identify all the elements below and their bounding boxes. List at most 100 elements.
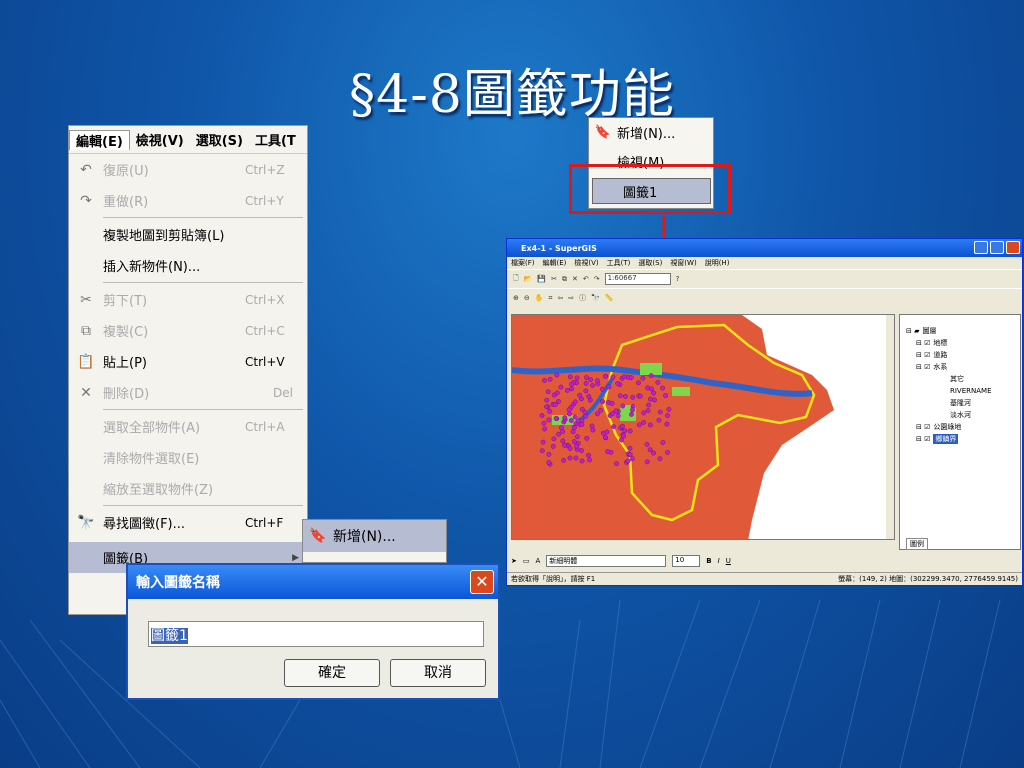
map-canvas xyxy=(512,315,895,540)
menu-separator xyxy=(103,409,303,410)
landmark-point xyxy=(561,457,566,463)
landmark-point xyxy=(619,437,624,443)
menu-item-cut[interactable]: ✂ 剪下(T) Ctrl+X xyxy=(69,284,307,315)
landmark-point xyxy=(595,411,600,417)
open-icon[interactable]: 📂 xyxy=(524,275,533,283)
zoom-in-icon[interactable]: ⊕ xyxy=(513,294,519,302)
gis-menu-window[interactable]: 視窗(W) xyxy=(670,258,696,268)
pan-icon[interactable]: ✋ xyxy=(535,294,544,302)
scale-input[interactable]: 1:60667 xyxy=(604,273,671,285)
maximize-icon[interactable] xyxy=(990,241,1004,254)
landmark-point xyxy=(627,428,633,434)
gis-toolbar-map: ⊕ ⊖ ✋ ⌗ ⇦ ⇨ ⓘ 🔭 📏 xyxy=(507,288,1022,307)
scrollbar[interactable] xyxy=(886,315,895,540)
cut-icon[interactable]: ✂ xyxy=(551,275,557,283)
landmark-point xyxy=(547,408,553,414)
bookmark-submenu: 🔖 新增(N)... xyxy=(302,519,447,563)
forward-icon[interactable]: ⇨ xyxy=(568,294,574,302)
italic-icon[interactable]: I xyxy=(718,557,720,565)
underline-icon[interactable]: U xyxy=(726,557,731,565)
undo-icon[interactable]: ↶ xyxy=(583,275,589,283)
popup-new[interactable]: 🔖 新增(N)... xyxy=(589,118,713,147)
legend-layer-town[interactable]: ⊟ ☑ 鄉鎮界 xyxy=(906,433,1020,445)
close-icon[interactable]: ✕ xyxy=(470,570,494,594)
menu-item-copy-map[interactable]: 複製地圖到剪貼簿(L) xyxy=(69,219,307,250)
gis-toolbar-standard: 🗋 📂 💾 ✂ ⧉ ✕ ↶ ↷ 1:60667? xyxy=(507,269,1022,288)
gis-menu-view[interactable]: 檢視(V) xyxy=(574,258,598,268)
map-view[interactable] xyxy=(511,314,895,540)
menu-item-insert-object[interactable]: 插入新物件(N)... xyxy=(69,250,307,281)
font-size-select[interactable]: 10 xyxy=(672,555,701,567)
rectangle-icon[interactable]: ▭ xyxy=(523,557,530,565)
landmark-point xyxy=(610,411,616,417)
ok-button[interactable]: 確定 xyxy=(284,659,380,687)
text-icon[interactable]: A xyxy=(536,557,541,565)
legend-layer-park[interactable]: ⊟ ☑ 公園綠地 xyxy=(906,421,1020,433)
gis-menu-help[interactable]: 說明(H) xyxy=(705,258,730,268)
landmark-point xyxy=(623,394,628,399)
pointer-icon[interactable]: ➤ xyxy=(511,557,517,565)
gis-menu-edit[interactable]: 編輯(E) xyxy=(543,258,567,268)
menu-separator xyxy=(103,505,303,506)
landmark-point xyxy=(646,402,652,408)
gis-menu-file[interactable]: 檔案(F) xyxy=(511,258,535,268)
gis-menu-select[interactable]: 選取(S) xyxy=(638,258,662,268)
edit-menu: 編輯(E) 檢視(V) 選取(S) 工具(T ↶ 復原(U) Ctrl+Z ↷ 重做(… xyxy=(68,125,308,615)
close-icon[interactable] xyxy=(1006,241,1020,254)
landmark-point xyxy=(573,455,579,461)
landmark-point xyxy=(572,414,578,420)
landmark-point xyxy=(573,399,578,405)
bold-icon[interactable]: B xyxy=(706,557,711,565)
menu-edit[interactable]: 編輯(E) xyxy=(69,129,130,150)
minimize-icon[interactable] xyxy=(974,241,988,254)
cancel-button[interactable]: 取消 xyxy=(390,659,486,687)
legend-layer-water[interactable]: ⊟ ☑ 水系 xyxy=(906,361,1020,373)
landmark-point xyxy=(600,399,606,405)
menu-item-zoom-selected[interactable]: 縮放至選取物件(Z) xyxy=(69,473,307,504)
submenu-new[interactable]: 🔖 新增(N)... xyxy=(303,520,446,552)
landmark-point xyxy=(651,450,656,456)
legend-root[interactable]: ⊟ ▰ 圖層 xyxy=(906,325,1020,337)
font-name-select[interactable]: 新細明體 xyxy=(546,555,667,567)
full-extent-icon[interactable]: ⌗ xyxy=(548,294,552,303)
legend-layer-road[interactable]: ⊟ ☑ 道路 xyxy=(906,349,1020,361)
identify-icon[interactable]: ⓘ xyxy=(579,293,586,303)
landmark-point xyxy=(625,458,631,464)
zoom-out-icon[interactable]: ⊖ xyxy=(524,294,530,302)
menu-item-redo[interactable]: ↷ 重做(R) Ctrl+Y xyxy=(69,185,307,216)
copy-icon[interactable]: ⧉ xyxy=(562,275,567,284)
measure-icon[interactable]: 📏 xyxy=(605,294,614,302)
new-file-icon[interactable]: 🗋 xyxy=(513,274,519,285)
menu-item-find-feature[interactable]: 🔭 尋找圖徵(F)... Ctrl+F xyxy=(69,507,307,538)
menu-select[interactable]: 選取(S) xyxy=(190,130,249,149)
landmark-point xyxy=(554,390,560,396)
paste-icon: 📋 xyxy=(77,353,95,370)
menu-item-copy[interactable]: ⧉ 複製(C) Ctrl+C xyxy=(69,315,307,346)
menu-item-paste[interactable]: 📋 貼上(P) Ctrl+V xyxy=(69,346,307,377)
menu-item-clear-selection[interactable]: 清除物件選取(E) xyxy=(69,442,307,473)
save-icon[interactable]: 💾 xyxy=(537,275,546,283)
submenu-arrow-icon: ▶ xyxy=(292,552,299,563)
legend-tab[interactable]: 圖例 xyxy=(906,538,928,550)
menu-view[interactable]: 檢視(V) xyxy=(130,130,190,149)
find-feature-icon[interactable]: 🔭 xyxy=(591,294,600,302)
delete-icon[interactable]: ✕ xyxy=(572,275,578,283)
dialog-titlebar: 輸入圖籤名稱 ✕ xyxy=(128,565,498,599)
gis-menu-tools[interactable]: 工具(T) xyxy=(607,258,631,268)
back-icon[interactable]: ⇦ xyxy=(557,294,563,302)
menu-item-undo[interactable]: ↶ 復原(U) Ctrl+Z xyxy=(69,154,307,185)
bookmark-name-input[interactable]: 圖籤1 xyxy=(148,621,484,647)
landmark-point xyxy=(571,439,577,445)
redo-icon[interactable]: ↷ xyxy=(594,275,600,283)
legend-layer-landmark[interactable]: ⊟ ☑ 地標 xyxy=(906,337,1020,349)
landmark-point xyxy=(630,394,636,400)
landmark-point xyxy=(657,409,663,415)
landmark-point xyxy=(590,427,596,433)
menu-item-delete[interactable]: ✕ 刪除(D) Del xyxy=(69,377,307,408)
landmark-point xyxy=(584,375,589,380)
menu-tools[interactable]: 工具(T xyxy=(249,130,302,149)
landmark-point xyxy=(558,384,564,390)
help-icon[interactable]: ? xyxy=(676,275,680,283)
landmark-point xyxy=(588,377,594,383)
menu-item-select-all[interactable]: 選取全部物件(A) Ctrl+A xyxy=(69,411,307,442)
